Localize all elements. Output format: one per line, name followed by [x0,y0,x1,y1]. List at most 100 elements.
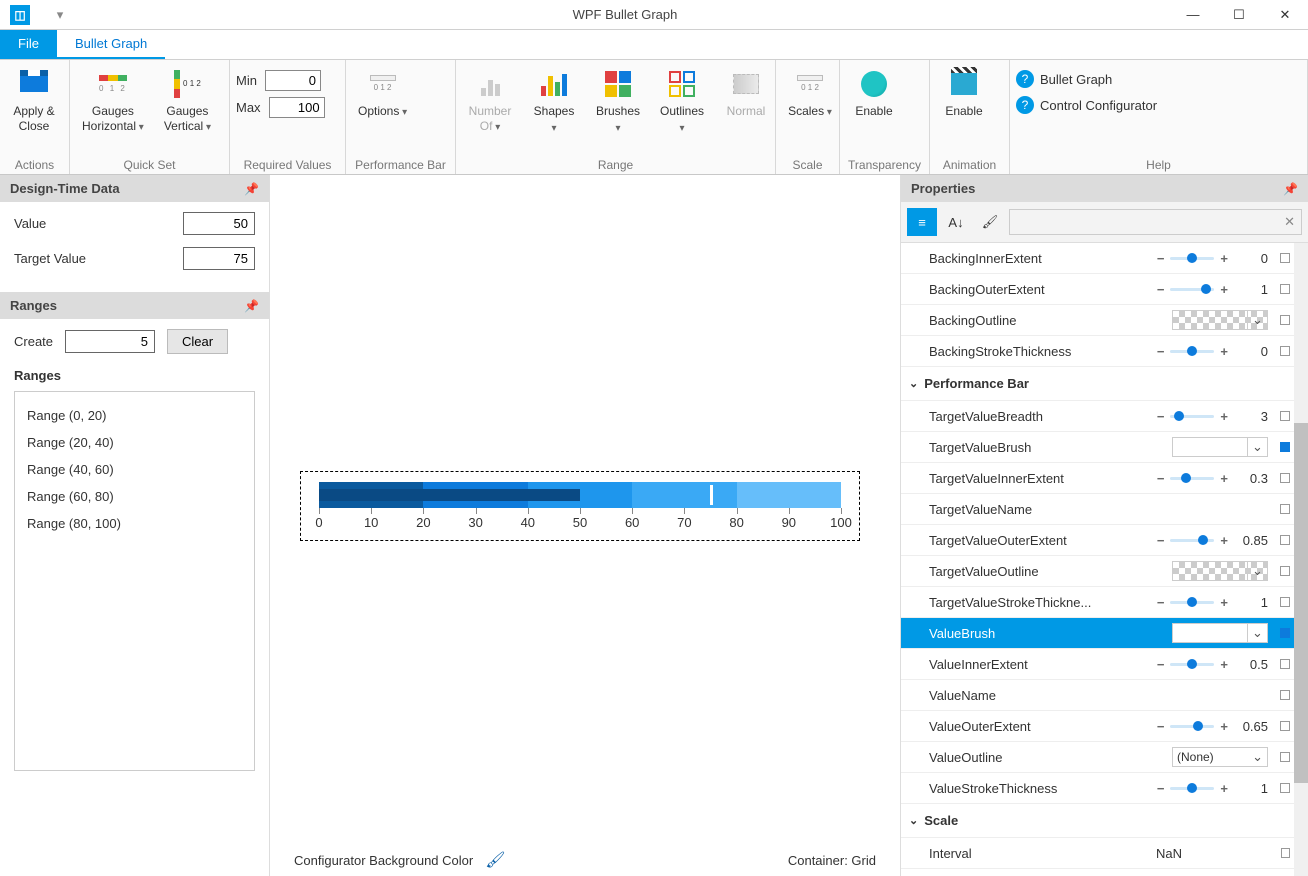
slider-track[interactable] [1170,601,1214,604]
scales-button[interactable]: 0 1 2Scales [782,64,838,124]
tab-bullet-graph[interactable]: Bullet Graph [57,30,165,59]
help-bullet-graph[interactable]: ?Bullet Graph [1016,70,1157,88]
animation-enable-button[interactable]: Enable [936,64,992,123]
increment-button[interactable]: + [1220,533,1228,548]
max-input[interactable] [269,97,325,118]
binding-indicator[interactable] [1280,411,1290,421]
decrement-button[interactable]: − [1157,471,1165,486]
pin-icon[interactable]: 📌 [244,182,259,196]
color-swatch[interactable]: ⌄ [1172,437,1268,457]
chevron-down-icon[interactable]: ⌄ [1247,438,1267,456]
property-category-header[interactable]: ⌄Performance Bar [901,367,1308,401]
property-row[interactable]: BackingStrokeThickness−+0 [901,336,1308,367]
list-item[interactable]: Range (60, 80) [25,483,244,510]
binding-indicator[interactable] [1280,783,1290,793]
binding-indicator[interactable] [1280,253,1290,263]
decrement-button[interactable]: − [1157,719,1165,734]
pin-icon[interactable]: 📌 [1283,182,1298,196]
list-item[interactable]: Range (40, 60) [25,456,244,483]
slider-track[interactable] [1170,477,1214,480]
binding-indicator[interactable] [1280,597,1290,607]
dropdown[interactable]: (None)⌄ [1172,747,1268,767]
binding-indicator[interactable] [1280,752,1290,762]
binding-indicator[interactable] [1280,628,1290,638]
increment-button[interactable]: + [1220,657,1228,672]
binding-indicator[interactable] [1281,848,1290,858]
outlines-button[interactable]: Outlines [654,64,710,139]
create-count-input[interactable] [65,330,155,353]
property-row[interactable]: BackingInnerExtent−+0 [901,243,1308,274]
maximize-button[interactable]: ☐ [1216,0,1262,30]
slider-track[interactable] [1170,725,1214,728]
chevron-down-icon[interactable]: ⌄ [1247,624,1267,642]
tab-file[interactable]: File [0,30,57,59]
property-row[interactable]: TargetValueInnerExtent−+0.3 [901,463,1308,494]
ranges-list[interactable]: Range (0, 20)Range (20, 40)Range (40, 60… [14,391,255,771]
value-input[interactable] [183,212,255,235]
binding-indicator[interactable] [1280,346,1290,356]
decrement-button[interactable]: − [1157,344,1165,359]
slider-track[interactable] [1170,787,1214,790]
slider-track[interactable] [1170,257,1214,260]
list-item[interactable]: Range (80, 100) [25,510,244,537]
decrement-button[interactable]: − [1157,781,1165,796]
property-row[interactable]: ValueBrush⌄ [901,618,1308,649]
property-row[interactable]: ValueOuterExtent−+0.65 [901,711,1308,742]
binding-indicator[interactable] [1280,315,1290,325]
slider-track[interactable] [1170,288,1214,291]
list-item[interactable]: Range (20, 40) [25,429,244,456]
property-search[interactable]: ✕ [1009,209,1302,235]
gauges-vertical-button[interactable]: 0 1 2Gauges Vertical [158,64,217,139]
binding-indicator[interactable] [1280,284,1290,294]
increment-button[interactable]: + [1220,344,1228,359]
shapes-button[interactable]: Shapes [526,64,582,139]
decrement-button[interactable]: − [1157,533,1165,548]
target-value-input[interactable] [183,247,255,270]
property-row[interactable]: ValueOutline(None)⌄ [901,742,1308,773]
help-control-configurator[interactable]: ?Control Configurator [1016,96,1157,114]
brush-filter-button[interactable]: 🖌 [975,208,1005,236]
minimize-button[interactable]: — [1170,0,1216,30]
decrement-button[interactable]: − [1157,595,1165,610]
min-input[interactable] [265,70,321,91]
chevron-down-icon[interactable]: ⌄ [1247,562,1267,580]
pin-icon[interactable]: 📌 [244,299,259,313]
property-row[interactable]: ValueName [901,680,1308,711]
clear-button[interactable]: Clear [167,329,228,354]
property-row[interactable]: TargetValueStrokeThickne...−+1 [901,587,1308,618]
property-row[interactable]: TargetValueName [901,494,1308,525]
binding-indicator[interactable] [1280,566,1290,576]
increment-button[interactable]: + [1220,595,1228,610]
binding-indicator[interactable] [1280,721,1290,731]
clear-search-icon[interactable]: ✕ [1284,214,1295,230]
binding-indicator[interactable] [1280,659,1290,669]
increment-button[interactable]: + [1220,781,1228,796]
property-row[interactable]: BackingOuterExtent−+1 [901,274,1308,305]
decrement-button[interactable]: − [1157,282,1165,297]
chevron-down-icon[interactable]: ⌄ [1247,311,1267,329]
qat-customize[interactable]: ▾ [40,7,80,23]
color-swatch[interactable]: ⌄ [1172,561,1268,581]
decrement-button[interactable]: − [1157,657,1165,672]
number-of-button[interactable]: Number Of [462,64,518,139]
scrollbar[interactable] [1294,243,1308,876]
scrollbar-thumb[interactable] [1294,423,1308,783]
property-row[interactable]: TargetValueOuterExtent−+0.85 [901,525,1308,556]
property-row[interactable]: TargetValueBrush⌄ [901,432,1308,463]
binding-indicator[interactable] [1280,473,1290,483]
app-menu-button[interactable]: ◫ [0,0,40,30]
categorized-button[interactable]: ≡ [907,208,937,236]
list-item[interactable]: Range (0, 20) [25,402,244,429]
increment-button[interactable]: + [1220,719,1228,734]
property-category-header[interactable]: ⌄Scale [901,804,1308,838]
design-surface[interactable]: 0102030405060708090100 Configurator Back… [270,175,900,876]
decrement-button[interactable]: − [1157,251,1165,266]
transparency-enable-button[interactable]: Enable [846,64,902,123]
increment-button[interactable]: + [1220,282,1228,297]
color-swatch[interactable]: ⌄ [1172,623,1268,643]
slider-track[interactable] [1170,350,1214,353]
slider-track[interactable] [1170,539,1214,542]
increment-button[interactable]: + [1220,409,1228,424]
property-row[interactable]: TargetValueBreadth−+3 [901,401,1308,432]
normal-button[interactable]: Normal [718,64,774,123]
